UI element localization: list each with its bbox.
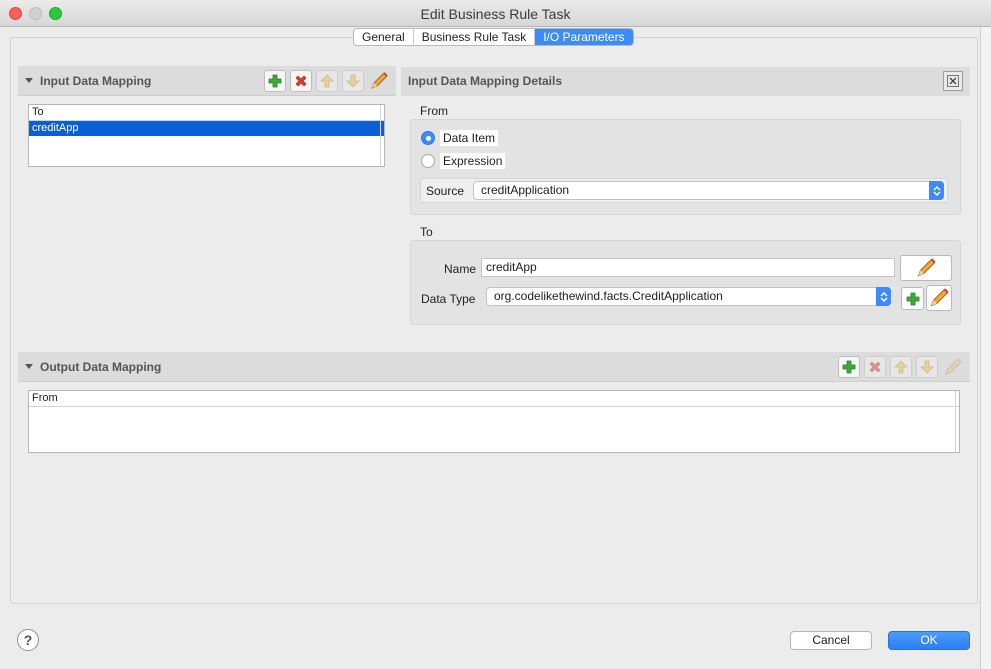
move-down-icon — [920, 360, 934, 374]
remove-icon — [869, 361, 881, 373]
edit-icon — [917, 258, 936, 277]
close-icon — [947, 75, 959, 87]
move-down-icon — [346, 74, 360, 88]
column-header-to[interactable]: To — [29, 105, 384, 121]
table-row[interactable]: creditApp — [29, 121, 384, 136]
column-header-from[interactable]: From — [29, 391, 959, 407]
move-down-button[interactable] — [342, 70, 364, 92]
add-icon — [906, 292, 919, 305]
move-up-button[interactable] — [316, 70, 338, 92]
remove-mapping-button[interactable] — [290, 70, 312, 92]
collapse-chevron-icon[interactable] — [25, 78, 33, 83]
output-mapping-table: From — [28, 390, 960, 453]
edit-mapping-button[interactable] — [368, 70, 390, 92]
help-button[interactable]: ? — [17, 629, 39, 651]
output-mapping-toolbar — [838, 356, 964, 378]
add-data-type-button[interactable] — [901, 287, 924, 310]
source-select[interactable]: creditApplication — [473, 181, 944, 200]
add-icon — [268, 74, 282, 88]
table-scrollbar[interactable] — [380, 105, 384, 166]
move-up-icon — [320, 74, 334, 88]
edit-mapping-button[interactable] — [942, 356, 964, 378]
dialog-window: Edit Business Rule Task General Business… — [0, 0, 991, 669]
input-mapping-toolbar — [264, 70, 390, 92]
input-mapping-header[interactable]: Input Data Mapping — [18, 66, 396, 96]
radio-selected-icon — [421, 131, 435, 145]
tab-business-rule-task[interactable]: Business Rule Task — [414, 29, 536, 45]
source-value: creditApplication — [481, 183, 570, 197]
add-mapping-button[interactable] — [838, 356, 860, 378]
close-details-button[interactable] — [943, 71, 963, 91]
input-mapping-title: Input Data Mapping — [40, 74, 152, 88]
remove-mapping-button[interactable] — [864, 356, 886, 378]
cancel-button[interactable]: Cancel — [790, 631, 872, 650]
tab-io-parameters[interactable]: I/O Parameters — [535, 29, 633, 45]
data-type-value: org.codelikethewind.facts.CreditApplicat… — [494, 289, 723, 303]
background-window-edge — [980, 0, 991, 669]
to-group-label: To — [420, 225, 433, 239]
data-type-label: Data Type — [421, 292, 476, 306]
data-type-select[interactable]: org.codelikethewind.facts.CreditApplicat… — [486, 287, 891, 306]
radio-unselected-icon — [421, 154, 435, 168]
input-mapping-table: To creditApp — [28, 104, 385, 167]
output-mapping-header[interactable]: Output Data Mapping — [18, 352, 970, 382]
edit-name-button[interactable] — [900, 255, 952, 281]
window-title: Edit Business Rule Task — [420, 6, 571, 22]
ok-button[interactable]: OK — [888, 631, 970, 650]
edit-icon — [371, 72, 388, 89]
output-mapping-title: Output Data Mapping — [40, 360, 162, 374]
details-header: Input Data Mapping Details — [401, 67, 970, 96]
to-group — [410, 240, 961, 325]
tab-bar: General Business Rule Task I/O Parameter… — [353, 28, 634, 46]
source-label: Source — [426, 184, 465, 198]
move-up-icon — [894, 360, 908, 374]
edit-data-type-button[interactable] — [926, 285, 952, 311]
move-up-button[interactable] — [890, 356, 912, 378]
add-mapping-button[interactable] — [264, 70, 286, 92]
from-group-label: From — [420, 104, 448, 118]
title-bar: Edit Business Rule Task — [0, 0, 991, 27]
edit-icon — [945, 358, 962, 375]
expression-radio[interactable]: Expression — [421, 153, 506, 169]
edit-icon — [930, 288, 949, 307]
tab-general[interactable]: General — [354, 29, 414, 45]
details-title: Input Data Mapping Details — [408, 74, 563, 88]
data-item-label: Data Item — [440, 130, 499, 146]
add-icon — [842, 360, 856, 374]
name-field[interactable]: creditApp — [481, 258, 895, 277]
collapse-chevron-icon[interactable] — [25, 364, 33, 369]
select-arrows-icon — [929, 181, 944, 200]
expression-label: Expression — [440, 153, 506, 169]
table-scrollbar[interactable] — [955, 391, 959, 452]
move-down-button[interactable] — [916, 356, 938, 378]
remove-icon — [295, 75, 307, 87]
data-item-radio[interactable]: Data Item — [421, 130, 499, 146]
select-arrows-icon — [876, 287, 891, 306]
name-label: Name — [444, 262, 477, 276]
